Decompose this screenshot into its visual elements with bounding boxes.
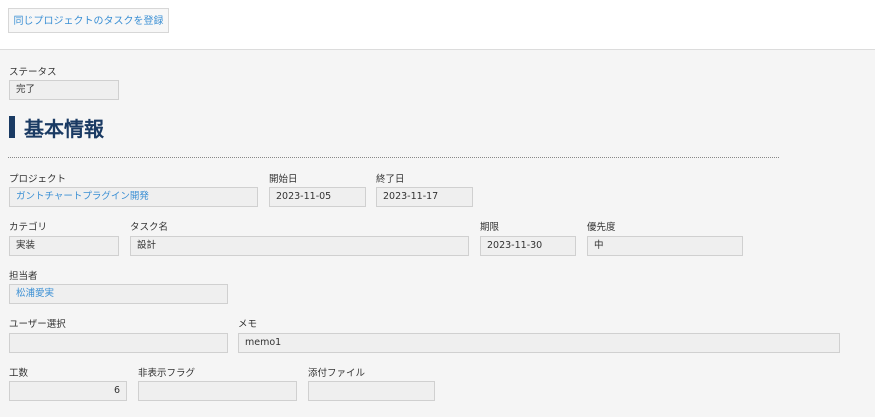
user-select-field[interactable] — [9, 333, 228, 353]
priority-label: 優先度 — [587, 222, 616, 233]
deadline-label: 期限 — [480, 222, 500, 233]
project-label: プロジェクト — [9, 174, 67, 185]
status-label: ステータス — [9, 67, 57, 78]
priority-field[interactable]: 中 — [587, 236, 743, 256]
top-toolbar: 同じプロジェクトのタスクを登録 — [0, 0, 875, 50]
register-same-project-task-button[interactable]: 同じプロジェクトのタスクを登録 — [8, 8, 169, 33]
memo-field[interactable]: memo1 — [238, 333, 840, 353]
deadline-field[interactable]: 2023-11-30 — [480, 236, 576, 256]
start-date-label: 開始日 — [269, 174, 298, 185]
effort-label: 工数 — [9, 368, 29, 379]
assignee-field[interactable]: 松浦愛実 — [9, 284, 228, 304]
end-date-field[interactable]: 2023-11-17 — [376, 187, 473, 207]
effort-field[interactable]: 6 — [9, 381, 127, 401]
status-field[interactable]: 完了 — [9, 80, 119, 100]
end-date-label: 終了日 — [376, 174, 405, 185]
section-title: 基本情報 — [24, 117, 104, 141]
memo-label: メモ — [238, 319, 258, 330]
assignee-label: 担当者 — [9, 271, 38, 282]
category-field[interactable]: 実装 — [9, 236, 119, 256]
hidden-flag-label: 非表示フラグ — [138, 368, 196, 379]
category-label: カテゴリ — [9, 222, 48, 233]
hidden-flag-field[interactable] — [138, 381, 297, 401]
project-field[interactable]: ガントチャートプラグイン開発 — [9, 187, 258, 207]
heading-accent-bar — [9, 116, 15, 138]
attachment-label: 添付ファイル — [308, 368, 366, 379]
section-divider — [8, 157, 779, 158]
start-date-field[interactable]: 2023-11-05 — [269, 187, 366, 207]
attachment-field[interactable] — [308, 381, 435, 401]
user-select-label: ユーザー選択 — [9, 319, 66, 330]
task-name-label: タスク名 — [130, 222, 169, 233]
task-name-field[interactable]: 設計 — [130, 236, 469, 256]
